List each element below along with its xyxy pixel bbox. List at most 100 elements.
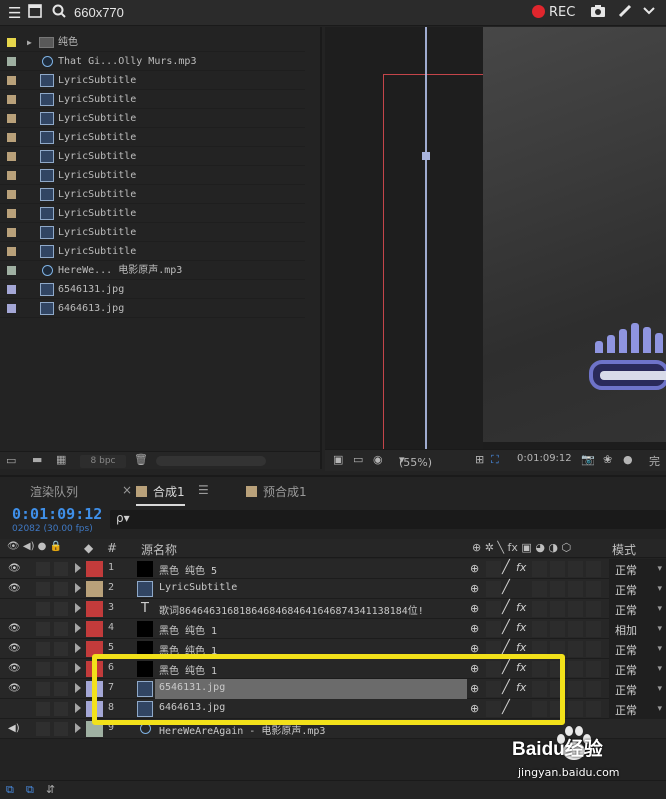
quality-switch-icon[interactable]: ╱ (502, 560, 510, 575)
blend-mode-dropdown[interactable]: 正常 ▾ (609, 699, 666, 719)
solo-toggle[interactable] (36, 662, 50, 676)
lock-toggle[interactable] (54, 722, 68, 736)
label-color-chip[interactable] (7, 247, 16, 256)
audio-toggle-icon[interactable]: ◀) (8, 724, 20, 734)
grid-icon[interactable]: ⊞ (475, 453, 484, 466)
switch-cell[interactable] (568, 621, 583, 637)
window-icon[interactable] (28, 0, 42, 26)
lock-toggle[interactable] (54, 622, 68, 636)
switch-cell[interactable] (586, 601, 601, 617)
switch-cell[interactable] (586, 561, 601, 577)
tab-render-queue[interactable]: 渲染队列 (30, 483, 78, 500)
layer-name-cell[interactable]: 歌词8646463168186468468464164687434113818​… (155, 599, 467, 619)
blend-mode-dropdown[interactable]: 正常 ▾ (609, 579, 666, 599)
switch-cell[interactable] (486, 621, 501, 637)
eye-icon[interactable] (8, 604, 19, 613)
layer-row[interactable]: 👁 1 黑色 纯色 5 ⊕ ╱ fx 正常 ▾ (0, 559, 666, 579)
switch-cell[interactable] (486, 561, 501, 577)
blend-mode-dropdown[interactable]: 正常 ▾ (609, 679, 666, 699)
project-item[interactable]: LyricSubtitle (0, 223, 305, 242)
project-scrollbar[interactable] (156, 456, 266, 466)
switch-cell[interactable] (532, 601, 547, 617)
switch-cell[interactable] (532, 621, 547, 637)
label-color-chip[interactable] (7, 171, 16, 180)
label-color-chip[interactable] (7, 76, 16, 85)
shy-switch-icon[interactable]: ⊕ (470, 582, 479, 595)
lock-toggle[interactable] (54, 682, 68, 696)
expand-arrow-icon[interactable] (75, 603, 81, 613)
expand-arrow-icon[interactable] (75, 723, 81, 733)
layer-search-input[interactable]: ρ▾ (110, 510, 666, 529)
blend-mode-dropdown[interactable]: 正常 ▾ (609, 659, 666, 679)
switch-cell[interactable] (486, 601, 501, 617)
label-color-chip[interactable] (7, 133, 16, 142)
eye-icon[interactable]: 👁 (8, 564, 21, 574)
tab-precomp1[interactable]: 预合成1 (246, 483, 307, 500)
switch-cell[interactable] (568, 561, 583, 577)
solo-toggle[interactable] (36, 722, 50, 736)
rec-button[interactable]: REC (532, 0, 575, 26)
comp-flowchart-icon[interactable]: ⧉ (6, 783, 14, 797)
expand-arrow-icon[interactable] (75, 683, 81, 693)
switch-cell[interactable] (568, 661, 583, 677)
eye-icon[interactable]: 👁 (8, 664, 21, 674)
layer-name-cell[interactable]: 黑色 纯色 5 (155, 559, 467, 579)
current-time-display[interactable]: 0:01:09:12 (12, 505, 102, 523)
switch-cell[interactable] (486, 581, 501, 597)
shy-switch-icon[interactable]: ⊕ (470, 602, 479, 615)
project-item[interactable]: 6546131.jpg (0, 280, 305, 299)
solo-toggle[interactable] (36, 582, 50, 596)
camera-icon[interactable] (590, 0, 606, 26)
switch-cell[interactable] (532, 581, 547, 597)
layer-row[interactable]: 3 T 歌词864646316818646846846416468743411381… (0, 599, 666, 619)
label-column-icon[interactable]: ◆ (84, 541, 93, 555)
switch-cell[interactable] (586, 661, 601, 677)
project-item[interactable]: LyricSubtitle (0, 90, 305, 109)
eye-icon[interactable]: 👁 (8, 644, 21, 654)
mask-icon[interactable]: ◉ (373, 453, 383, 466)
switch-cell[interactable] (550, 581, 565, 597)
zoom-dropdown[interactable]: (55%) ▾ (399, 453, 432, 469)
project-item[interactable]: LyricSubtitle (0, 242, 305, 261)
project-item[interactable]: 6464613.jpg (0, 299, 305, 318)
eye-icon[interactable]: 👁 (8, 584, 21, 594)
tab-comp1[interactable]: 合成1 (136, 483, 185, 506)
quality-switch-icon[interactable]: ╱ (502, 600, 510, 615)
expand-arrow-icon[interactable] (75, 583, 81, 593)
solo-toggle[interactable] (36, 622, 50, 636)
label-color-chip[interactable] (7, 114, 16, 123)
solo-toggle[interactable] (36, 702, 50, 716)
blend-mode-dropdown[interactable]: 正常 ▾ (609, 599, 666, 619)
new-comp-icon[interactable]: ▦ (56, 453, 66, 466)
layer-name-cell[interactable]: 黑色 纯色 1 (155, 619, 467, 639)
blend-mode-dropdown[interactable]: 相加 ▾ (609, 619, 666, 639)
search-icon[interactable] (52, 0, 66, 26)
switch-cell[interactable] (550, 621, 565, 637)
switch-cell[interactable] (568, 601, 583, 617)
blend-mode-dropdown[interactable]: 正常 ▾ (609, 639, 666, 659)
project-item[interactable]: LyricSubtitle (0, 71, 305, 90)
label-color-chip[interactable] (7, 266, 16, 275)
switch-cell[interactable] (586, 621, 601, 637)
transform-handle[interactable] (422, 152, 430, 160)
switch-cell[interactable] (568, 641, 583, 657)
lock-toggle[interactable] (54, 662, 68, 676)
resolution-dropdown[interactable]: 完 (649, 453, 660, 469)
expand-arrow-icon[interactable] (75, 643, 81, 653)
lock-toggle[interactable] (54, 702, 68, 716)
switch-cell[interactable] (532, 561, 547, 577)
effects-switch-icon[interactable]: fx (516, 561, 526, 574)
project-item[interactable]: ▶ 纯色 (0, 33, 305, 52)
switch-cell[interactable] (586, 701, 601, 717)
eye-icon[interactable]: 👁 (8, 624, 21, 634)
quality-switch-icon[interactable]: ╱ (502, 620, 510, 635)
composition-viewer[interactable] (325, 27, 666, 449)
shy-switch-icon[interactable]: ⊕ (470, 622, 479, 635)
switch-cell[interactable] (586, 581, 601, 597)
chevron-down-icon[interactable] (642, 0, 656, 26)
column-source-name[interactable]: 源名称 (141, 541, 177, 558)
project-item[interactable]: That Gi...Olly Murs.mp3 (0, 52, 305, 71)
label-color-chip[interactable] (7, 152, 16, 161)
snapshot-icon[interactable]: 📷 (581, 453, 595, 466)
solo-toggle[interactable] (36, 642, 50, 656)
